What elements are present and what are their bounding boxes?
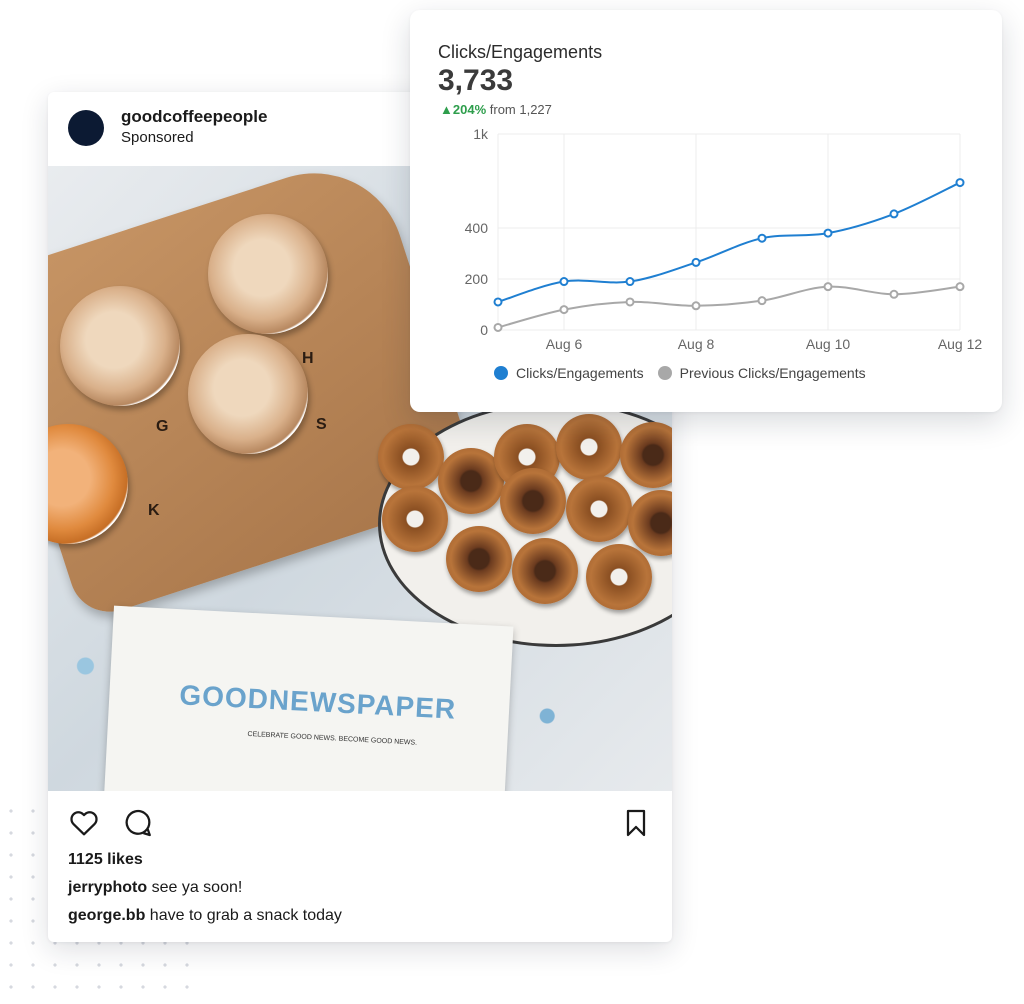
- comment-icon[interactable]: [122, 807, 154, 839]
- data-point: [493, 322, 503, 332]
- data-point: [889, 289, 899, 299]
- data-point: [559, 277, 569, 287]
- data-point: [757, 296, 767, 306]
- y-tick-label: 400: [465, 220, 489, 236]
- legend-label: Clicks/Engagements: [516, 365, 644, 381]
- board-letter: K: [148, 502, 160, 519]
- coffee-cup: [60, 286, 180, 406]
- donut: [586, 544, 652, 610]
- data-point: [625, 297, 635, 307]
- donut: [378, 424, 444, 490]
- coffee-cup: [208, 214, 328, 334]
- analytics-card: Clicks/Engagements 3,733 ▲204% from 1,22…: [410, 10, 1002, 412]
- x-tick-label: Aug 12: [938, 336, 983, 352]
- data-point: [691, 257, 701, 267]
- newspaper-subtitle: CELEBRATE GOOD NEWS. BECOME GOOD NEWS.: [247, 730, 418, 747]
- donut: [512, 538, 578, 604]
- data-point: [559, 305, 569, 315]
- data-point: [625, 277, 635, 287]
- donut: [446, 526, 512, 592]
- post-username[interactable]: goodcoffeepeople: [121, 107, 267, 127]
- donut: [382, 486, 448, 552]
- comment-user[interactable]: george.bb: [68, 907, 145, 924]
- donut: [500, 468, 566, 534]
- avatar[interactable]: [68, 110, 104, 146]
- coffee-cup: [188, 334, 308, 454]
- data-point: [889, 209, 899, 219]
- y-tick-label: 0: [480, 322, 488, 338]
- donut: [556, 414, 622, 480]
- donut: [566, 476, 632, 542]
- legend-item-current[interactable]: Clicks/Engagements: [494, 365, 644, 381]
- comment-text: have to grab a snack today: [149, 907, 342, 924]
- board-letter: G: [156, 418, 169, 435]
- y-tick-label: 200: [465, 271, 489, 287]
- x-tick-label: Aug 10: [806, 336, 851, 352]
- legend-label: Previous Clicks/Engagements: [679, 365, 866, 381]
- comment-text: see ya soon!: [151, 879, 243, 896]
- bookmark-icon[interactable]: [620, 807, 652, 839]
- data-point: [823, 228, 833, 238]
- comment-row: george.bb have to grab a snack today: [68, 907, 342, 925]
- data-point: [757, 233, 767, 243]
- comment-row: jerryphoto see ya soon!: [68, 879, 242, 897]
- y-tick-label: 1k: [473, 126, 489, 142]
- data-point: [823, 282, 833, 292]
- data-point: [691, 301, 701, 311]
- data-point: [955, 282, 965, 292]
- sponsored-label: Sponsored: [121, 129, 194, 146]
- likes-count[interactable]: 1125 likes: [68, 851, 143, 869]
- heart-icon[interactable]: [68, 807, 100, 839]
- post-actions: 1125 likes jerryphoto see ya soon! georg…: [48, 791, 672, 942]
- board-letter: H: [302, 350, 314, 367]
- line-chart: 0 200 400 1k Aug 6 Aug 8 Aug 10 Aug 12: [465, 126, 983, 352]
- legend-swatch: [657, 366, 672, 380]
- x-tick-label: Aug 6: [546, 336, 583, 352]
- newspaper-graphic: [122, 756, 486, 791]
- comment-user[interactable]: jerryphoto: [68, 879, 147, 896]
- chart-legend: Clicks/Engagements Previous Clicks/Engag…: [494, 365, 866, 381]
- board-letter: S: [316, 416, 327, 433]
- legend-swatch: [494, 366, 508, 380]
- legend-item-previous[interactable]: Previous Clicks/Engagements: [657, 365, 866, 381]
- data-point: [493, 297, 503, 307]
- data-point: [955, 178, 965, 188]
- newspaper-title: GOODNEWSPAPER: [178, 679, 457, 725]
- newspaper: GOODNEWSPAPER CELEBRATE GOOD NEWS. BECOM…: [102, 605, 514, 791]
- x-tick-label: Aug 8: [678, 336, 715, 352]
